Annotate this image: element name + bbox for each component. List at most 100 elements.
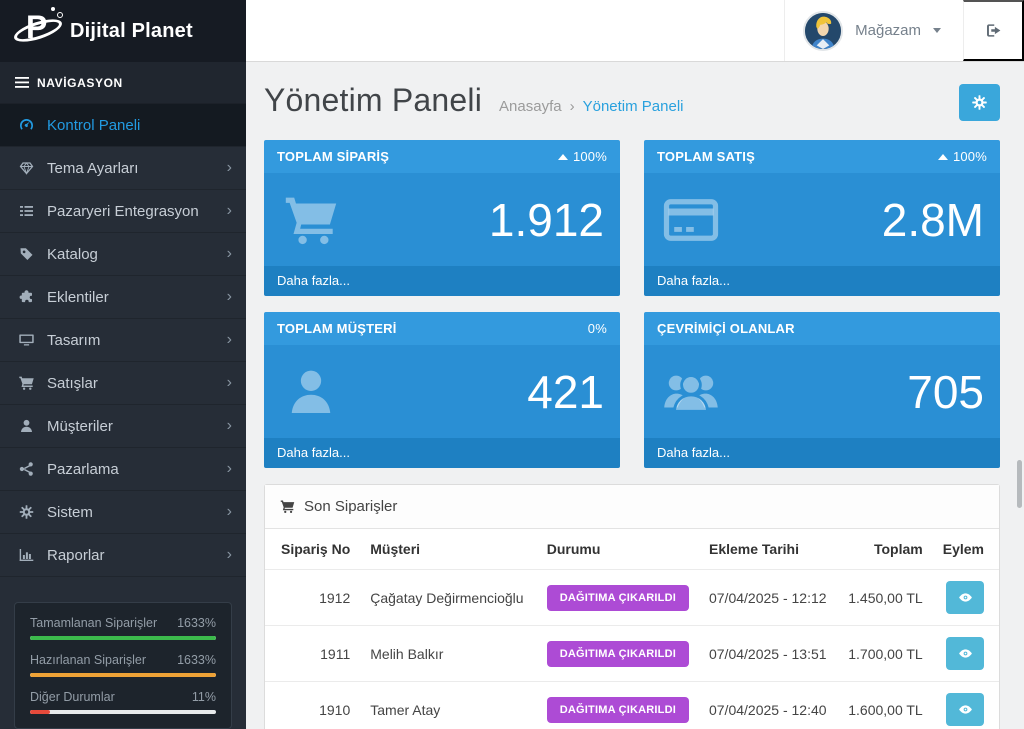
order-date: 07/04/2025 - 12:12	[699, 570, 838, 626]
planet-logo-icon: P	[12, 5, 64, 57]
store-menu-label: Mağazam	[855, 22, 921, 39]
status-badge: DAĞITIMA ÇIKARILDI	[547, 585, 689, 611]
eye-icon	[957, 590, 974, 605]
tile-more-link[interactable]: Daha fazla...	[264, 438, 620, 468]
sidebar-item-musteriler[interactable]: Müşteriler ›	[0, 405, 246, 448]
gear-icon	[971, 94, 988, 111]
sidebar-item-eklentiler[interactable]: Eklentiler ›	[0, 276, 246, 319]
share-icon	[17, 461, 36, 477]
tile-delta: 100%	[938, 149, 987, 164]
sidebar-item-label: Katalog	[47, 246, 227, 263]
stat-row: Diğer Durumlar 11%	[30, 690, 216, 704]
diamond-icon	[17, 160, 36, 176]
chevron-right-icon: ›	[227, 374, 232, 392]
sidebar-item-kontrol-paneli[interactable]: Kontrol Paneli	[0, 104, 246, 147]
column-header: Müşteri	[360, 529, 536, 570]
stat-value: 1633%	[177, 616, 216, 630]
sidebar-item-tasarim[interactable]: Tasarım ›	[0, 319, 246, 362]
monitor-icon	[17, 332, 36, 348]
sidebar-item-tema-ayarlari[interactable]: Tema Ayarları ›	[0, 147, 246, 190]
cart-icon	[17, 375, 36, 391]
order-total: 1.450,00 TL	[838, 570, 932, 626]
column-header: Durumu	[537, 529, 699, 570]
sidebar-item-satislar[interactable]: Satışlar ›	[0, 362, 246, 405]
recent-orders-panel: Son Siparişler Sipariş No Müşteri Durumu…	[264, 484, 1000, 729]
sidebar-item-katalog[interactable]: Katalog ›	[0, 233, 246, 276]
sidebar-item-label: Pazarlama	[47, 461, 227, 478]
breadcrumb-separator: ›	[570, 98, 575, 115]
sidebar-item-sistem[interactable]: Sistem ›	[0, 491, 246, 534]
tag-icon	[17, 246, 36, 262]
eye-icon	[957, 702, 974, 717]
customer-name: Tamer Atay	[360, 682, 536, 729]
sidebar-item-pazaryeri-entegrasyon[interactable]: Pazaryeri Entegrasyon ›	[0, 190, 246, 233]
view-order-button[interactable]	[946, 693, 984, 726]
breadcrumb-home[interactable]: Anasayfa	[499, 98, 562, 115]
stat-value: 1633%	[177, 653, 216, 667]
gear-icon	[17, 504, 36, 520]
tile-more-link[interactable]: Daha fazla...	[644, 266, 1000, 296]
navigation-header-label: NAVİGASYON	[37, 76, 123, 90]
sign-out-icon	[985, 22, 1002, 39]
sidebar-item-label: Kontrol Paneli	[47, 117, 232, 134]
content: Yönetim Paneli Anasayfa › Yönetim Paneli…	[246, 62, 1024, 729]
customer-name: Çağatay Değirmencioğlu	[360, 570, 536, 626]
sidebar-item-label: Pazaryeri Entegrasyon	[47, 203, 227, 220]
order-date: 07/04/2025 - 13:51	[699, 626, 838, 682]
table-row: 1911 Melih Balkır DAĞITIMA ÇIKARILDI 07/…	[265, 626, 999, 682]
sidebar-item-pazarlama[interactable]: Pazarlama ›	[0, 448, 246, 491]
stat-row: Tamamlanan Siparişler 1633%	[30, 616, 216, 630]
table-row: 1910 Tamer Atay DAĞITIMA ÇIKARILDI 07/04…	[265, 682, 999, 729]
chevron-right-icon: ›	[227, 417, 232, 435]
table-header-row: Sipariş No Müşteri Durumu Ekleme Tarihi …	[265, 529, 999, 570]
sidebar-item-label: Raporlar	[47, 547, 227, 564]
dashboard-icon	[17, 117, 36, 133]
stat-label: Diğer Durumlar	[30, 690, 115, 704]
sidebar-item-label: Eklentiler	[47, 289, 227, 306]
list-icon	[17, 203, 36, 219]
view-order-button[interactable]	[946, 581, 984, 614]
tile-title: TOPLAM SİPARİŞ	[277, 149, 389, 164]
column-header: Ekleme Tarihi	[699, 529, 838, 570]
stat-label: Tamamlanan Siparişler	[30, 616, 157, 630]
orders-table: Sipariş No Müşteri Durumu Ekleme Tarihi …	[265, 529, 999, 729]
chevron-right-icon: ›	[227, 546, 232, 564]
page-title: Yönetim Paneli	[264, 82, 482, 119]
status-badge: DAĞITIMA ÇIKARILDI	[547, 641, 689, 667]
scrollbar-thumb[interactable]	[1017, 460, 1022, 508]
breadcrumb-current: Yönetim Paneli	[583, 98, 684, 115]
eye-icon	[957, 646, 974, 661]
chevron-right-icon: ›	[227, 202, 232, 220]
store-dropdown[interactable]: Mağazam	[784, 0, 963, 61]
chevron-right-icon: ›	[227, 503, 232, 521]
order-total: 1.700,00 TL	[838, 626, 932, 682]
sidebar-menu: Kontrol Paneli Tema Ayarları › Pazaryeri…	[0, 104, 246, 577]
caret-up-icon	[938, 154, 948, 160]
page-head: Yönetim Paneli Anasayfa › Yönetim Paneli	[264, 82, 1000, 119]
topbar: Mağazam	[246, 0, 1024, 62]
tile-value: 2.8M	[882, 197, 984, 243]
settings-button[interactable]	[959, 84, 1000, 121]
panel-title: Son Siparişler	[304, 498, 397, 515]
order-date: 07/04/2025 - 12:40	[699, 682, 838, 729]
tile-value: 1.912	[489, 197, 604, 243]
column-header: Sipariş No	[265, 529, 360, 570]
sidebar-item-label: Tema Ayarları	[47, 160, 227, 177]
brand-logo[interactable]: P Dijital Planet	[0, 0, 246, 62]
progress-bar	[30, 710, 216, 714]
tile-title: ÇEVRİMİÇİ OLANLAR	[657, 321, 795, 336]
bar-chart-icon	[17, 547, 36, 563]
logout-button[interactable]	[963, 0, 1024, 61]
tile-toplam-satis: TOPLAM SATIŞ 100% 2.8M Daha fazla...	[644, 140, 1000, 296]
stat-value: 11%	[192, 690, 216, 704]
sidebar: P Dijital Planet NAVİGASYON Kontrol Pane…	[0, 0, 246, 729]
sidebar-item-raporlar[interactable]: Raporlar ›	[0, 534, 246, 577]
tile-more-link[interactable]: Daha fazla...	[644, 438, 1000, 468]
progress-bar	[30, 673, 216, 677]
progress-bar	[30, 636, 216, 640]
status-badge: DAĞITIMA ÇIKARILDI	[547, 697, 689, 723]
view-order-button[interactable]	[946, 637, 984, 670]
tile-more-link[interactable]: Daha fazla...	[264, 266, 620, 296]
sidebar-item-label: Müşteriler	[47, 418, 227, 435]
order-stats-panel: Tamamlanan Siparişler 1633% Hazırlanan S…	[14, 602, 232, 729]
